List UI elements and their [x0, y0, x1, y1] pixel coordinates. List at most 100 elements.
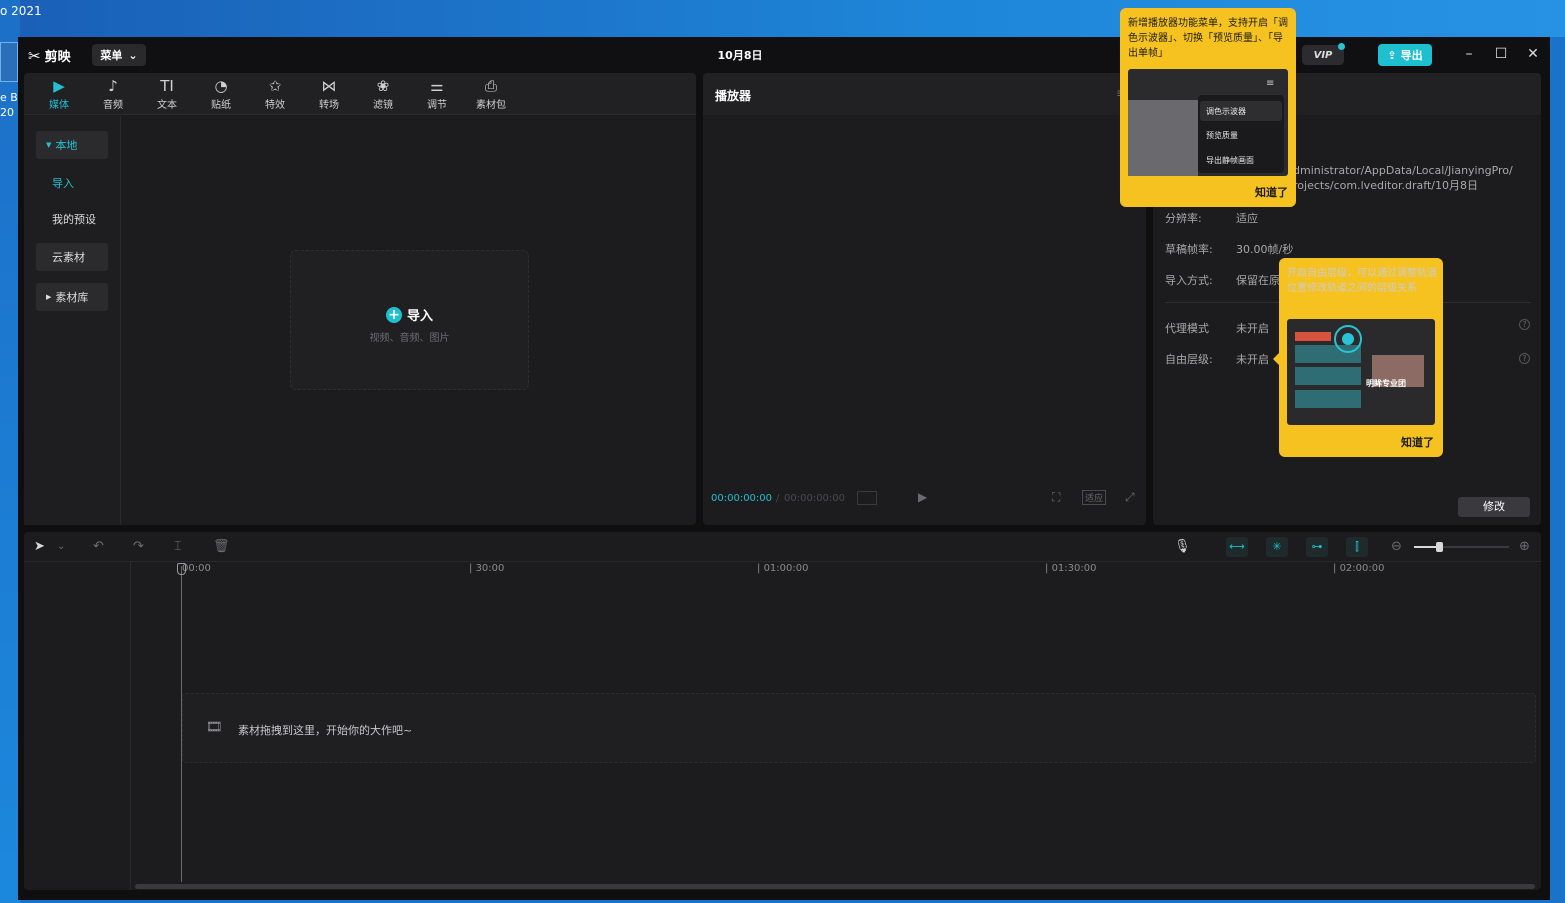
app-name: 剪映 — [44, 50, 71, 65]
help-icon[interactable]: ? — [1519, 353, 1530, 364]
menu-item: 导出静帧画面 — [1206, 156, 1254, 165]
tab-media[interactable]: ▶ 媒体 — [36, 77, 82, 113]
effects-icon: ✩ — [268, 77, 282, 95]
proxy-mode-label: 代理模式 — [1165, 322, 1209, 335]
menu-label: 菜单 — [100, 49, 123, 62]
filter-icon: ❀ — [376, 77, 390, 95]
main-track-magnet-icon[interactable]: ⟷ — [1226, 537, 1248, 557]
play-icon[interactable]: ▶ — [918, 490, 932, 506]
tab-label: 素材包 — [476, 100, 506, 111]
hamburger-icon: ≡ — [1266, 78, 1275, 89]
total-timecode: 00:00:00:00 — [784, 493, 846, 504]
framerate-value: 30.00帧/秒 — [1236, 243, 1294, 256]
tab-sticker[interactable]: ◔ 贴纸 — [198, 77, 244, 113]
select-cursor-icon[interactable]: ➤ — [34, 539, 45, 554]
tab-transition[interactable]: ⋈ 转场 — [306, 77, 352, 113]
sticker-icon: ◔ — [214, 77, 228, 95]
adjust-icon: ⚌ — [430, 77, 444, 95]
track-headers — [24, 562, 131, 890]
draft-path: dministrator/AppData/Local/JianyingPro/ … — [1293, 164, 1513, 192]
playhead-handle[interactable] — [177, 563, 186, 575]
close-button[interactable]: ✕ — [1525, 46, 1541, 62]
microphone-icon[interactable]: 🎙 — [1174, 539, 1191, 554]
desktop-shortcut-icon[interactable] — [0, 42, 18, 82]
sidebar-item-cloud[interactable]: 云素材 — [36, 243, 108, 271]
transition-icon: ⋈ — [321, 77, 337, 95]
import-mode-value: 保留在原 — [1236, 274, 1280, 287]
timeline-scrollbar[interactable] — [135, 884, 1535, 889]
plus-icon: + — [385, 306, 402, 323]
menu-item: 预览质量 — [1206, 131, 1238, 140]
export-icon: ⇪ — [1387, 48, 1397, 62]
tab-filter[interactable]: ❀ 滤镜 — [360, 77, 406, 113]
preview-axis-icon[interactable]: ⫿ — [1346, 537, 1368, 557]
screenshot-icon[interactable]: ⛶ — [1052, 490, 1060, 505]
sidebar-item-label: 本地 — [55, 139, 78, 152]
fullscreen-icon[interactable]: ⤢ — [1125, 490, 1135, 505]
delete-icon[interactable]: 🗑 — [213, 539, 230, 554]
package-icon: ⎙ — [484, 77, 497, 95]
desktop-background — [0, 0, 1565, 37]
minimize-button[interactable]: – — [1461, 46, 1477, 62]
sidebar-item-presets[interactable]: 我的预设 — [36, 205, 108, 233]
sidebar-item-local[interactable]: ▼ 本地 — [36, 131, 108, 159]
zoom-slider-handle[interactable] — [1436, 542, 1443, 552]
got-it-button[interactable]: 知道了 — [1255, 184, 1288, 200]
resolution-value: 适应 — [1236, 212, 1258, 225]
sidebar-item-import[interactable]: 导入 — [36, 169, 108, 197]
import-button[interactable]: + 导入 — [290, 305, 529, 324]
desktop-left-strip — [0, 0, 20, 903]
zoom-in-icon[interactable]: ⊕ — [1519, 539, 1530, 554]
undo-icon[interactable]: ↶ — [93, 539, 104, 554]
tab-text[interactable]: TI 文本 — [144, 77, 190, 113]
caret-down-icon: ▼ — [46, 141, 52, 149]
tab-adjust[interactable]: ⚌ 调节 — [414, 77, 460, 113]
free-layer-label: 自由层级: — [1165, 353, 1213, 366]
project-title: 10月8日 — [717, 49, 763, 62]
grid-view-icon[interactable] — [857, 491, 877, 505]
ruler-tick-label: | 01:00:00 — [757, 563, 809, 574]
vip-notification-dot — [1338, 43, 1345, 50]
caret-right-icon: ▶ — [46, 293, 52, 301]
drop-hint-text: 素材拖拽到这里，开始你的大作吧~ — [238, 724, 413, 737]
import-label: 导入 — [406, 309, 433, 324]
tab-label: 调节 — [427, 100, 447, 111]
ruler-tick-label: | 30:00 — [469, 563, 505, 574]
desktop-icon-label: o 2021 — [0, 4, 42, 18]
preview-clip — [1295, 390, 1361, 408]
player-panel — [703, 73, 1146, 525]
player-title: 播放器 — [715, 89, 752, 103]
tab-label: 贴纸 — [211, 100, 231, 111]
audio-icon: ♪ — [108, 77, 118, 95]
ruler-tick-label: 00:00 — [182, 563, 211, 574]
tab-label: 转场 — [319, 100, 339, 111]
tooltip-preview-scope — [1128, 100, 1198, 176]
text-icon: TI — [160, 77, 174, 95]
timecode-separator: / — [776, 493, 780, 504]
menu-button[interactable]: 菜单 ⌄ — [92, 44, 146, 66]
redo-icon[interactable]: ↷ — [133, 539, 144, 554]
chevron-down-icon[interactable]: ⌄ — [57, 541, 65, 552]
proxy-mode-value: 未开启 — [1236, 322, 1269, 335]
got-it-button[interactable]: 知道了 — [1401, 434, 1434, 450]
maximize-button[interactable]: ☐ — [1493, 46, 1509, 62]
help-icon[interactable]: ? — [1519, 319, 1530, 330]
thumbnail-caption: 明眸专业团 — [1366, 379, 1406, 388]
free-layer-value: 未开启 — [1236, 353, 1269, 366]
split-icon[interactable]: ⌶ — [174, 539, 182, 554]
tab-audio[interactable]: ♪ 音频 — [90, 77, 136, 113]
fit-ratio-button[interactable]: 适应 — [1082, 490, 1107, 505]
framerate-label: 草稿帧率: — [1165, 243, 1213, 256]
export-button[interactable]: ⇪ 导出 — [1378, 44, 1432, 66]
auto-snap-icon[interactable]: ✳ — [1266, 537, 1288, 557]
current-timecode: 00:00:00:00 — [711, 493, 773, 504]
tab-effects[interactable]: ✩ 特效 — [252, 77, 298, 113]
linkage-icon[interactable]: ⊶ — [1306, 537, 1328, 557]
modify-button[interactable]: 修改 — [1458, 497, 1530, 517]
export-label: 导出 — [1400, 49, 1423, 62]
zoom-out-icon[interactable]: ⊖ — [1391, 539, 1402, 554]
tab-package[interactable]: ⎙ 素材包 — [468, 77, 514, 113]
chevron-down-icon: ⌄ — [128, 48, 138, 62]
sidebar-item-library[interactable]: ▶ 素材库 — [36, 283, 108, 311]
tab-label: 滤镜 — [373, 100, 393, 111]
